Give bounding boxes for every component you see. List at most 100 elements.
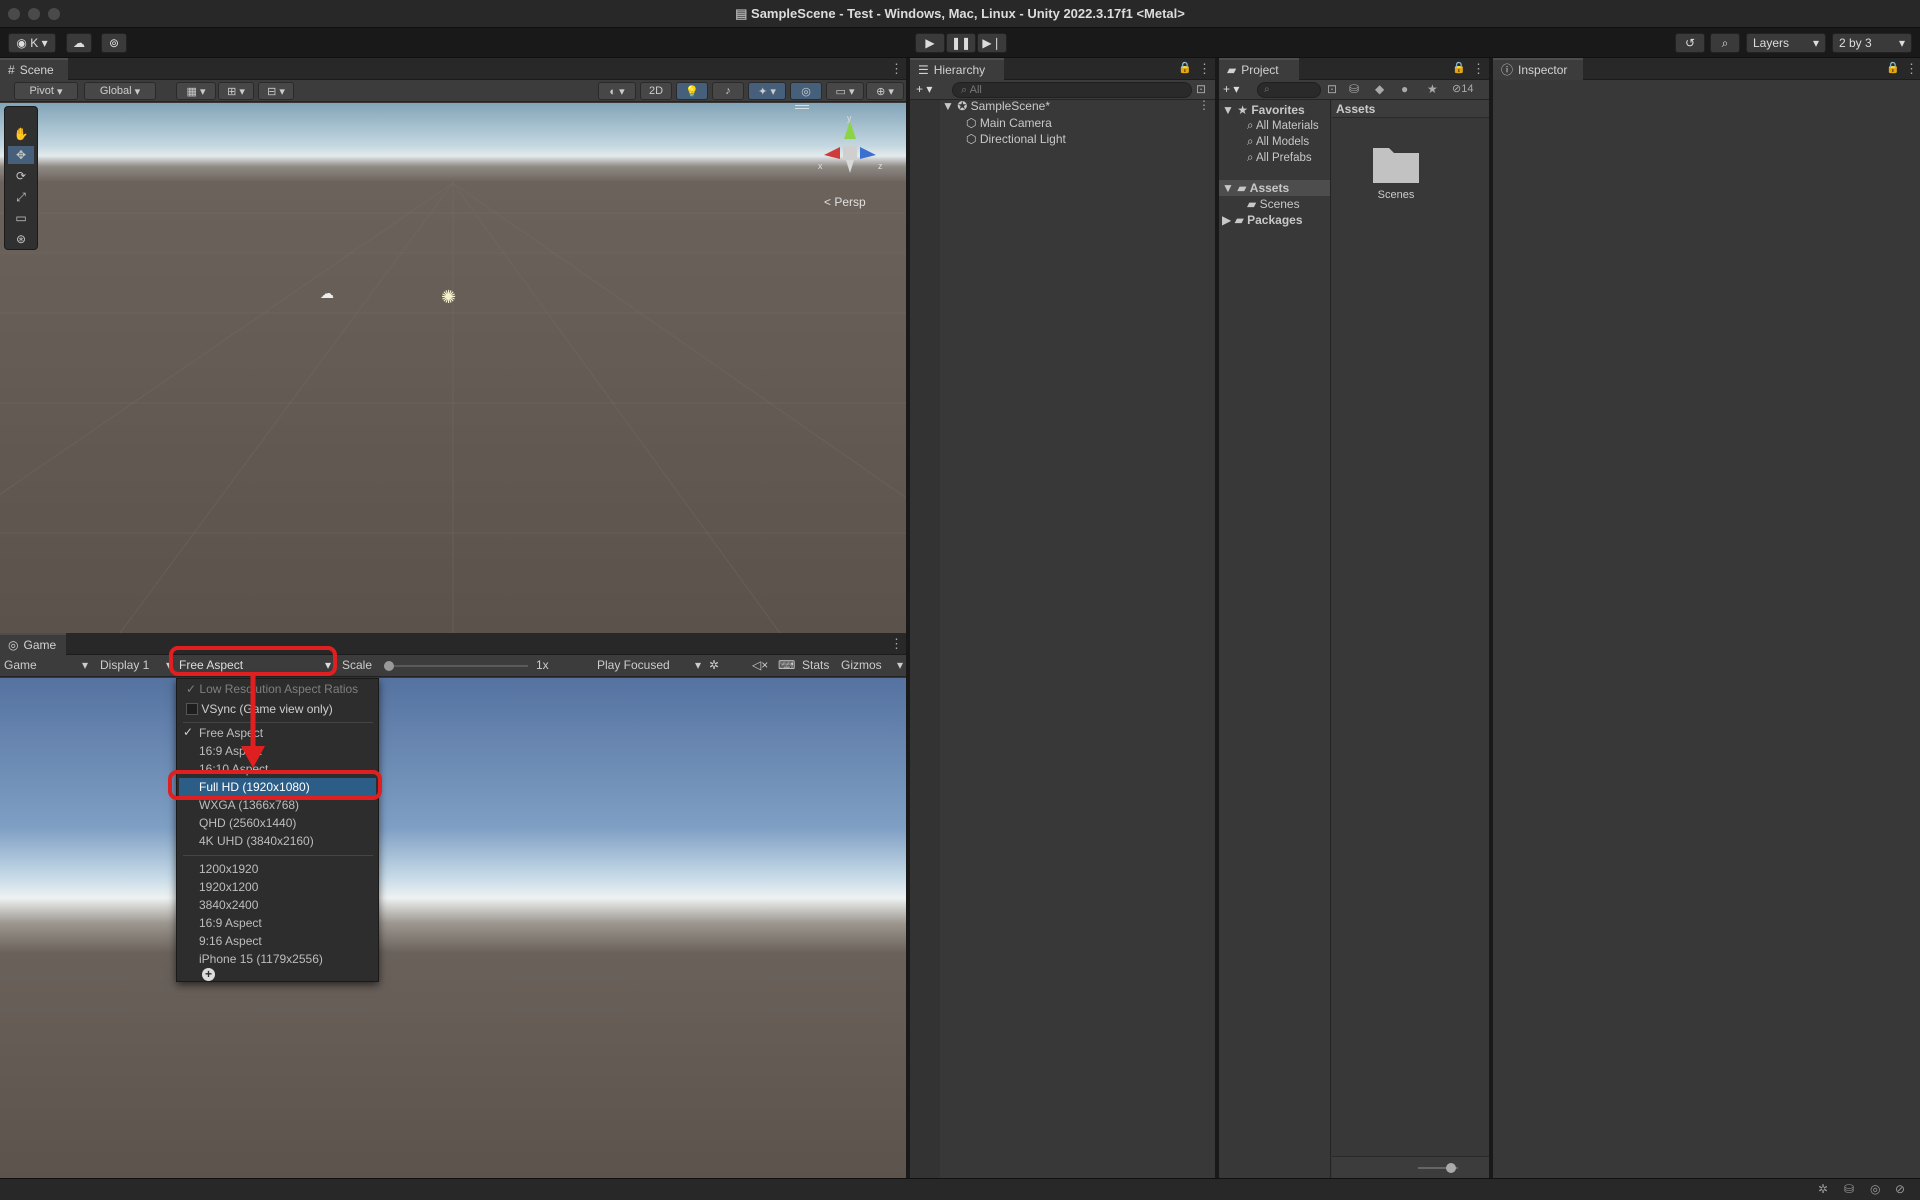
undo-history-button[interactable]: ↺ [1675,33,1705,53]
rotate-tool-icon[interactable]: ⟳ [8,167,34,185]
lighting-toggle[interactable]: 💡 [676,82,708,100]
mute-audio-icon[interactable]: ◁× [752,658,768,672]
search-options-icon[interactable]: ⊡ [1196,82,1206,96]
create-button[interactable]: + ▾ [916,82,932,96]
scene-viewport[interactable]: ☁ ✺ x y z < Persp [0,103,906,633]
star-icon[interactable]: ★ [1427,82,1438,96]
more-options-icon[interactable]: ⋮ [1198,61,1211,77]
keyboard-icon[interactable]: ⌨ [778,658,795,672]
tab-game[interactable]: ◎ Game [0,633,66,655]
cloud-button[interactable]: ☁ [66,33,92,53]
move-tool-icon[interactable]: ✥ [8,146,34,164]
step-button[interactable]: ▶❘ [977,33,1007,53]
project-search-input[interactable]: ⌕ [1257,82,1321,98]
tree-item-main-camera[interactable]: ⬡ Main Camera [966,115,1052,131]
pivot-dropdown[interactable]: Pivot ▾ [14,82,78,100]
effects-dropdown[interactable]: ✦ ▾ [748,82,786,100]
debug-icon[interactable]: ✲ [1818,1182,1828,1196]
tab-hierarchy[interactable]: ☰ Hierarchy [910,58,1004,80]
more-options-icon[interactable]: ⋮ [1472,61,1485,77]
slider-thumb[interactable] [384,661,394,671]
camera-gizmo-icon[interactable]: ☁ [320,285,334,302]
hand-tool-icon[interactable]: ✋ [8,125,34,143]
gizmos-dropdown[interactable]: Gizmos ▾ [841,658,903,672]
layers-dropdown[interactable]: Layers ▾ [1746,33,1826,53]
tab-inspector[interactable]: ⓘ Inspector [1493,58,1583,80]
orientation-gizmo[interactable]: x y z [810,113,890,193]
toggle-2d-button[interactable]: 2D [640,82,672,100]
low-res-checkbox[interactable]: ✓ Low Resolution Aspect Ratios [186,681,358,697]
create-button[interactable]: + ▾ [1223,82,1239,96]
aspect-item-4k-uhd[interactable]: 4K UHD (3840x2160) [199,833,314,849]
pause-button[interactable]: ❚❚ [946,33,976,53]
gizmos-dropdown[interactable]: ⊕ ▾ [866,82,904,100]
grid-snap-button[interactable]: ▦ ▾ [176,82,216,100]
collab-button[interactable]: ⊚ [101,33,127,53]
tree-item-assets[interactable]: ▼ ▰ Assets [1222,180,1289,196]
lighting-status-icon[interactable]: ◎ [1870,1182,1880,1196]
custom-item-1920x1200[interactable]: 1920x1200 [199,879,258,895]
custom-item-1200x1920[interactable]: 1200x1920 [199,861,258,877]
filter-type-icon[interactable]: ⛁ [1349,82,1359,96]
slider-thumb[interactable] [1446,1163,1456,1173]
more-options-icon[interactable]: ⋮ [1198,98,1210,112]
tree-item-scene[interactable]: ▼ ✪ SampleScene* [942,98,1050,114]
increment-snap-button[interactable]: ⊞ ▾ [218,82,254,100]
custom-item-3840x2400[interactable]: 3840x2400 [199,897,258,913]
tree-item-packages[interactable]: ▶ ▰ Packages [1222,212,1303,228]
scene-visibility-toggle[interactable]: ◎ [790,82,822,100]
info-icon[interactable]: ● [1401,82,1408,96]
scale-tool-icon[interactable]: ⤢ [8,188,34,206]
account-dropdown[interactable]: ◉ K ▾ [8,33,56,53]
bug-icon[interactable]: ✲ [709,658,719,672]
tree-item-favorites[interactable]: ▼ ★ Favorites [1222,102,1305,118]
hierarchy-search-input[interactable]: ⌕ All [952,82,1192,98]
cache-icon[interactable]: ⛁ [1844,1182,1854,1196]
global-dropdown[interactable]: Global ▾ [84,82,156,100]
more-options-icon[interactable]: ⋮ [1905,61,1918,77]
hidden-packages-toggle[interactable]: ⊘14 [1452,82,1473,95]
lock-icon[interactable]: 🔒 [1452,61,1466,74]
display-dropdown[interactable]: Display 1 ▾ [100,658,172,672]
folder-icon: ▰ [1234,213,1248,227]
play-mode-dropdown[interactable]: Play Focused ▾ [597,658,701,672]
custom-item-iphone-15[interactable]: iPhone 15 (1179x2556) [199,951,323,967]
game-viewport[interactable] [0,678,906,1178]
tree-item-scenes[interactable]: ▰ Scenes [1247,196,1300,212]
layout-dropdown[interactable]: 2 by 3 ▾ [1832,33,1912,53]
projection-toggle[interactable]: < Persp [824,195,866,209]
tree-item-all-models[interactable]: ⌕ All Models [1247,134,1309,150]
custom-item-9-16[interactable]: 9:16 Aspect [199,933,262,949]
search-button[interactable]: ⌕ [1710,33,1740,53]
rect-tool-icon[interactable]: ▭ [8,209,34,227]
align-button[interactable]: ⊟ ▾ [258,82,294,100]
stats-button[interactable]: Stats [802,658,829,672]
tree-item-directional-light[interactable]: ⬡ Directional Light [966,131,1066,147]
more-options-icon[interactable]: ⋮ [890,636,903,652]
lock-icon[interactable]: 🔒 [1886,61,1900,74]
audio-toggle[interactable]: ♪ [712,82,744,100]
tab-project[interactable]: ▰ Project [1219,58,1299,80]
search-by-type-icon[interactable]: ⊡ [1327,82,1337,96]
tab-scene[interactable]: # Scene [0,58,68,80]
aspect-item-qhd[interactable]: QHD (2560x1440) [199,815,296,831]
view-dropdown[interactable]: Game ▾ [4,658,88,672]
transform-tool-icon[interactable]: ⊛ [8,230,34,248]
more-options-icon[interactable]: ⋮ [890,61,903,77]
scale-slider[interactable] [384,661,528,671]
custom-item-16-9[interactable]: 16:9 Aspect [199,915,262,931]
light-gizmo-icon[interactable]: ✺ [441,287,456,308]
label-icon[interactable]: ◆ [1375,82,1384,96]
tree-item-all-prefabs[interactable]: ⌕ All Prefabs [1247,150,1312,166]
asset-folder-scenes[interactable]: Scenes [1354,138,1438,201]
icon-size-slider[interactable] [1418,1163,1458,1173]
lock-icon[interactable]: 🔒 [1178,61,1192,74]
tree-item-all-materials[interactable]: ⌕ All Materials [1247,118,1319,134]
assets-breadcrumb[interactable]: Assets [1332,100,1489,118]
add-aspect-button[interactable]: + [202,968,215,981]
draw-mode-dropdown[interactable]: ◐ ▾ [598,82,636,100]
overlay-handle-icon[interactable] [795,105,809,109]
play-button[interactable]: ▶ [915,33,945,53]
progress-status-icon[interactable]: ⊘ [1895,1182,1905,1196]
camera-dropdown[interactable]: ▭ ▾ [826,82,864,100]
